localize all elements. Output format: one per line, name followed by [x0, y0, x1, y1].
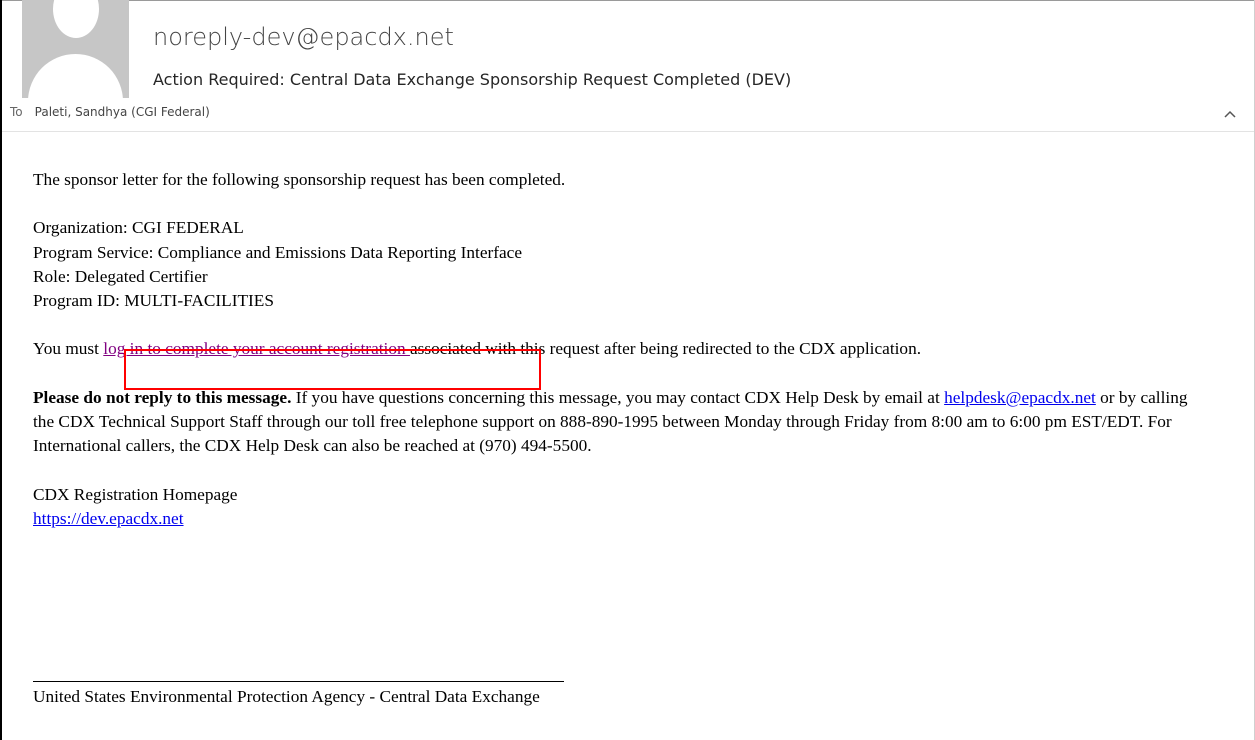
warning-text-1: If you have questions concerning this me… [291, 387, 945, 407]
window-top-border [0, 0, 1255, 1]
homepage-link[interactable]: https://dev.epacdx.net [33, 509, 184, 528]
window-left-border [0, 0, 2, 740]
organization-line: Organization: CGI FEDERAL [33, 218, 244, 238]
footer-signature: United States Environmental Protection A… [33, 687, 540, 706]
collapse-header-button[interactable] [1220, 104, 1240, 124]
email-subject: Action Required: Central Data Exchange S… [153, 70, 792, 89]
helpdesk-email-link[interactable]: helpdesk@epacdx.net [944, 388, 1096, 407]
person-silhouette-icon [22, 0, 129, 98]
request-details: Organization: CGI FEDERAL Program Servic… [33, 216, 1193, 313]
login-registration-link[interactable]: log in to complete your account registra… [103, 339, 410, 358]
must-suffix: associated with this request after being… [409, 339, 922, 359]
recipient-row: To Paleti, Sandhya (CGI Federal) [10, 105, 210, 119]
email-body: The sponsor letter for the following spo… [33, 168, 1193, 555]
program-id-line: Program ID: MULTI-FACILITIES [33, 291, 274, 311]
homepage-block: CDX Registration Homepage https://dev.ep… [33, 483, 1193, 532]
intro-paragraph: The sponsor letter for the following spo… [33, 170, 566, 189]
role-line: Role: Delegated Certifier [33, 266, 208, 286]
header-divider [2, 131, 1254, 132]
do-not-reply-notice: Please do not reply to this message. [33, 387, 292, 407]
avatar-head [53, 0, 99, 38]
recipient-name[interactable]: Paleti, Sandhya (CGI Federal) [35, 105, 210, 119]
homepage-label: CDX Registration Homepage [33, 484, 238, 504]
to-label: To [10, 105, 23, 119]
must-prefix: You must [33, 339, 104, 359]
avatar-body [28, 54, 123, 98]
signature-divider [33, 681, 564, 682]
warning-paragraph: Please do not reply to this message. If … [33, 386, 1193, 459]
login-paragraph: You must log in to complete your account… [33, 337, 1193, 361]
sender-address[interactable]: noreply-dev@epacdx.net [153, 23, 454, 51]
chevron-up-icon [1224, 110, 1236, 118]
program-service-line: Program Service: Compliance and Emission… [33, 242, 523, 262]
